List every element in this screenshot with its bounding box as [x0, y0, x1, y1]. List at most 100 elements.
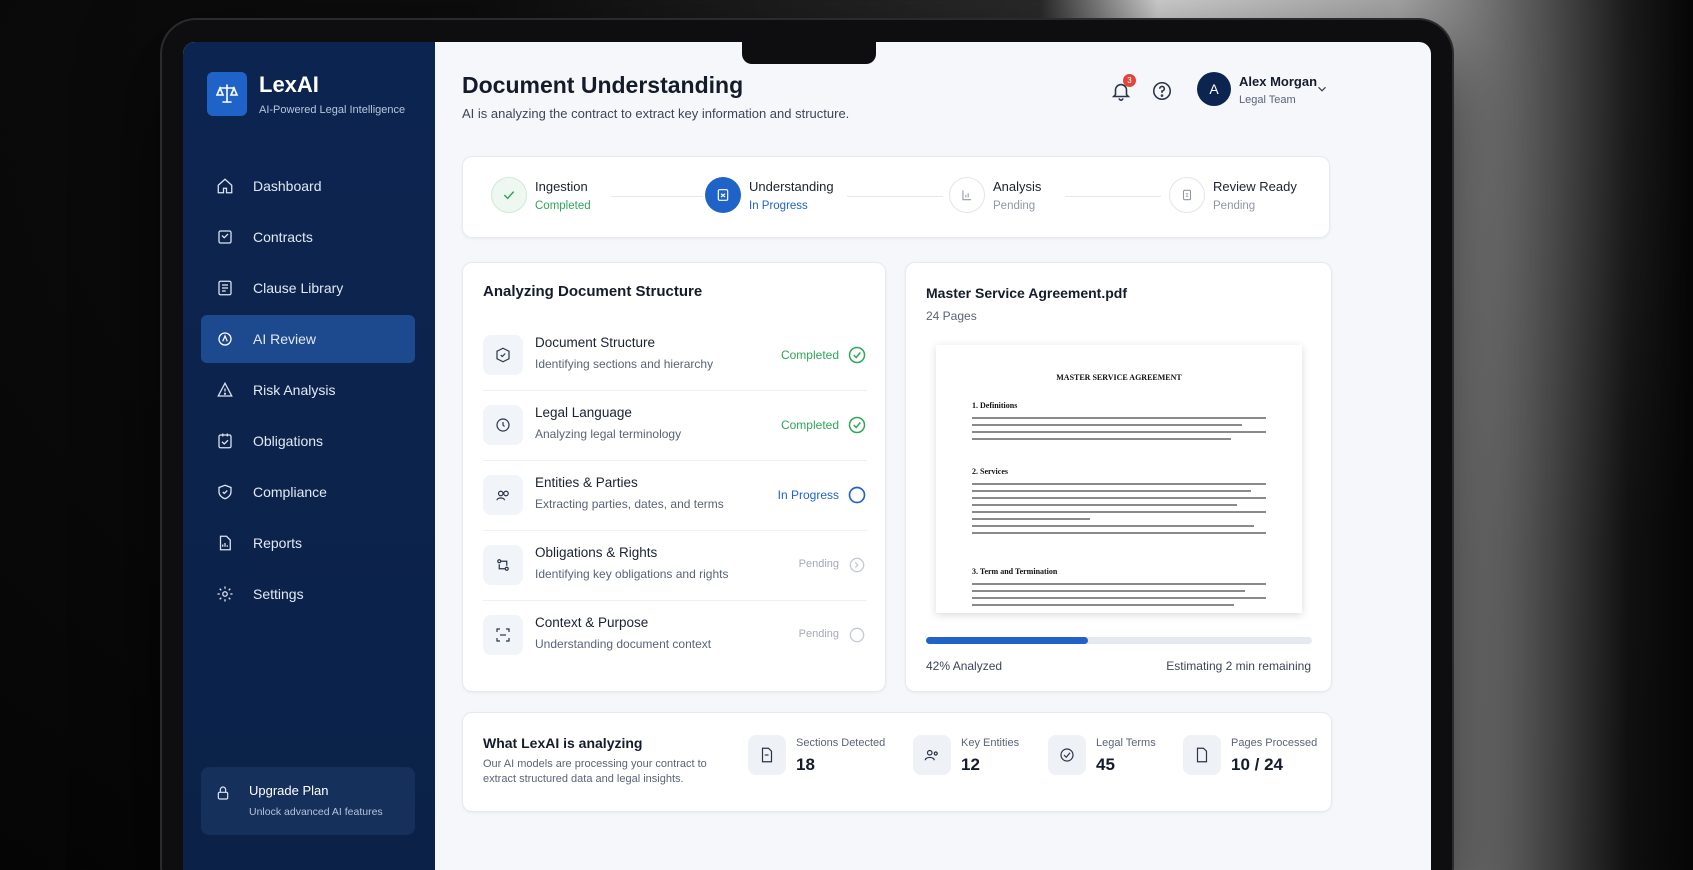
sidebar-item-compliance[interactable]: Compliance	[201, 468, 415, 516]
sidebar-item-risk-analysis[interactable]: Risk Analysis	[201, 366, 415, 414]
sidebar-item-label: Obligations	[253, 433, 324, 449]
document-scan-icon	[705, 177, 741, 213]
step-analysis[interactable]: Analysis Pending	[949, 177, 1041, 213]
user-role: Legal Team	[1239, 94, 1296, 106]
ai-review-icon	[215, 329, 235, 349]
progress-fill	[926, 637, 1089, 644]
check-circle-icon	[847, 415, 867, 435]
upgrade-plan-card[interactable]: Upgrade Plan Unlock advanced AI features	[201, 767, 415, 835]
step-name: Understanding	[749, 178, 834, 194]
list-item[interactable]: Entities & Parties Extracting parties, d…	[483, 461, 867, 531]
language-icon	[483, 405, 523, 445]
reports-icon	[215, 533, 235, 553]
list-item[interactable]: Obligations & Rights Identifying key obl…	[483, 531, 867, 601]
task-desc: Understanding document context	[535, 637, 712, 651]
status-badge: Completed	[780, 418, 839, 432]
step-name: Ingestion	[535, 178, 588, 194]
step-status: Pending	[993, 199, 1036, 212]
sidebar-nav: Dashboard Contracts Clause Library AI Re…	[201, 162, 415, 621]
sidebar-item-label: Settings	[253, 586, 304, 602]
chevron-down-icon[interactable]	[1315, 82, 1329, 96]
step-connector	[611, 196, 703, 197]
document-filename[interactable]: Master Service Agreement.pdf	[926, 285, 1127, 301]
stat-legal-terms: Legal Terms 45	[1048, 735, 1156, 775]
check-icon	[491, 177, 527, 213]
sidebar-item-label: Contracts	[253, 229, 313, 245]
sidebar-item-contracts[interactable]: Contracts	[201, 213, 415, 261]
shield-icon	[215, 482, 235, 502]
chart-icon	[949, 177, 985, 213]
analysis-summary-card: What LexAI is analyzing Our AI models ar…	[462, 712, 1332, 812]
status-badge: Completed	[780, 348, 839, 362]
structure-icon	[483, 335, 523, 375]
risk-icon	[215, 380, 235, 400]
avatar[interactable]: A	[1197, 72, 1231, 106]
stat-key-entities: Key Entities 12	[913, 735, 1019, 775]
step-name: Review Ready	[1213, 178, 1297, 194]
step-understanding[interactable]: Understanding In Progress	[705, 177, 834, 213]
step-review-ready[interactable]: Review Ready Pending	[1169, 177, 1297, 213]
obligations-rights-icon	[483, 545, 523, 585]
notification-badge: 3	[1123, 74, 1136, 87]
contracts-icon	[215, 227, 235, 247]
status-badge: Pending	[798, 558, 839, 570]
list-item[interactable]: Context & Purpose Understanding document…	[483, 601, 867, 671]
context-icon	[483, 615, 523, 655]
user-name[interactable]: Alex Morgan	[1239, 74, 1317, 89]
home-icon	[215, 176, 235, 196]
sidebar-item-reports[interactable]: Reports	[201, 519, 415, 567]
brand-name: LexAI	[259, 72, 319, 97]
list-item[interactable]: Legal Language Analyzing legal terminolo…	[483, 391, 867, 461]
entities-icon	[483, 475, 523, 515]
brand[interactable]: LexAI AI-Powered Legal Intelligence	[207, 72, 405, 116]
sidebar-item-ai-review[interactable]: AI Review	[201, 315, 415, 363]
sections-icon	[748, 735, 786, 775]
scales-icon	[207, 72, 247, 116]
stat-label: Sections Detected	[796, 737, 886, 749]
entities-icon	[913, 735, 951, 775]
sidebar-item-label: Risk Analysis	[253, 382, 336, 398]
step-connector	[1065, 196, 1161, 197]
page-subtitle: AI is analyzing the contract to extract …	[462, 106, 850, 121]
task-desc: Identifying key obligations and rights	[535, 567, 729, 581]
step-status: Completed	[535, 199, 591, 212]
text-lines	[972, 483, 1266, 539]
sidebar-item-obligations[interactable]: Obligations	[201, 417, 415, 465]
page-count: 24 Pages	[926, 309, 977, 323]
stat-value: 10 / 24	[1231, 755, 1283, 774]
brand-tagline: AI-Powered Legal Intelligence	[259, 104, 406, 116]
task-name: Entities & Parties	[535, 475, 638, 490]
task-name: Legal Language	[535, 405, 632, 420]
upgrade-title: Upgrade Plan	[249, 783, 329, 798]
sidebar-item-label: Compliance	[253, 484, 327, 500]
status-badge: Pending	[798, 628, 839, 640]
review-doc-icon	[1169, 177, 1205, 213]
help-icon[interactable]	[1151, 80, 1175, 104]
pending-circle-icon	[847, 555, 867, 575]
eta-label: Estimating 2 min remaining	[1166, 659, 1311, 673]
step-ingestion[interactable]: Ingestion Completed	[491, 177, 591, 213]
check-circle-icon	[847, 345, 867, 365]
sidebar-item-label: Dashboard	[253, 178, 322, 194]
document-section-heading: 2. Services	[972, 467, 1008, 476]
sidebar-item-label: Clause Library	[253, 280, 344, 296]
pages-icon	[1183, 735, 1221, 775]
document-section-heading: 1. Definitions	[972, 401, 1018, 410]
structure-analysis-card: Analyzing Document Structure Document St…	[462, 262, 886, 692]
analysis-progress-bar	[926, 637, 1312, 644]
text-lines	[972, 417, 1266, 445]
sidebar-item-settings[interactable]: Settings	[201, 570, 415, 618]
task-name: Document Structure	[535, 335, 656, 350]
list-item[interactable]: Document Structure Identifying sections …	[483, 321, 867, 391]
step-connector	[847, 196, 943, 197]
sidebar-item-dashboard[interactable]: Dashboard	[201, 162, 415, 210]
obligations-icon	[215, 431, 235, 451]
task-desc: Extracting parties, dates, and terms	[535, 497, 724, 511]
stat-value: 12	[961, 755, 980, 774]
status-badge: In Progress	[777, 488, 839, 502]
legal-terms-icon	[1048, 735, 1086, 775]
document-page-thumbnail[interactable]: MASTER SERVICE AGREEMENT 1. Definitions …	[936, 345, 1302, 613]
sidebar-item-clause-library[interactable]: Clause Library	[201, 264, 415, 312]
upgrade-subtitle: Unlock advanced AI features	[249, 806, 383, 818]
camera-notch	[742, 40, 876, 64]
